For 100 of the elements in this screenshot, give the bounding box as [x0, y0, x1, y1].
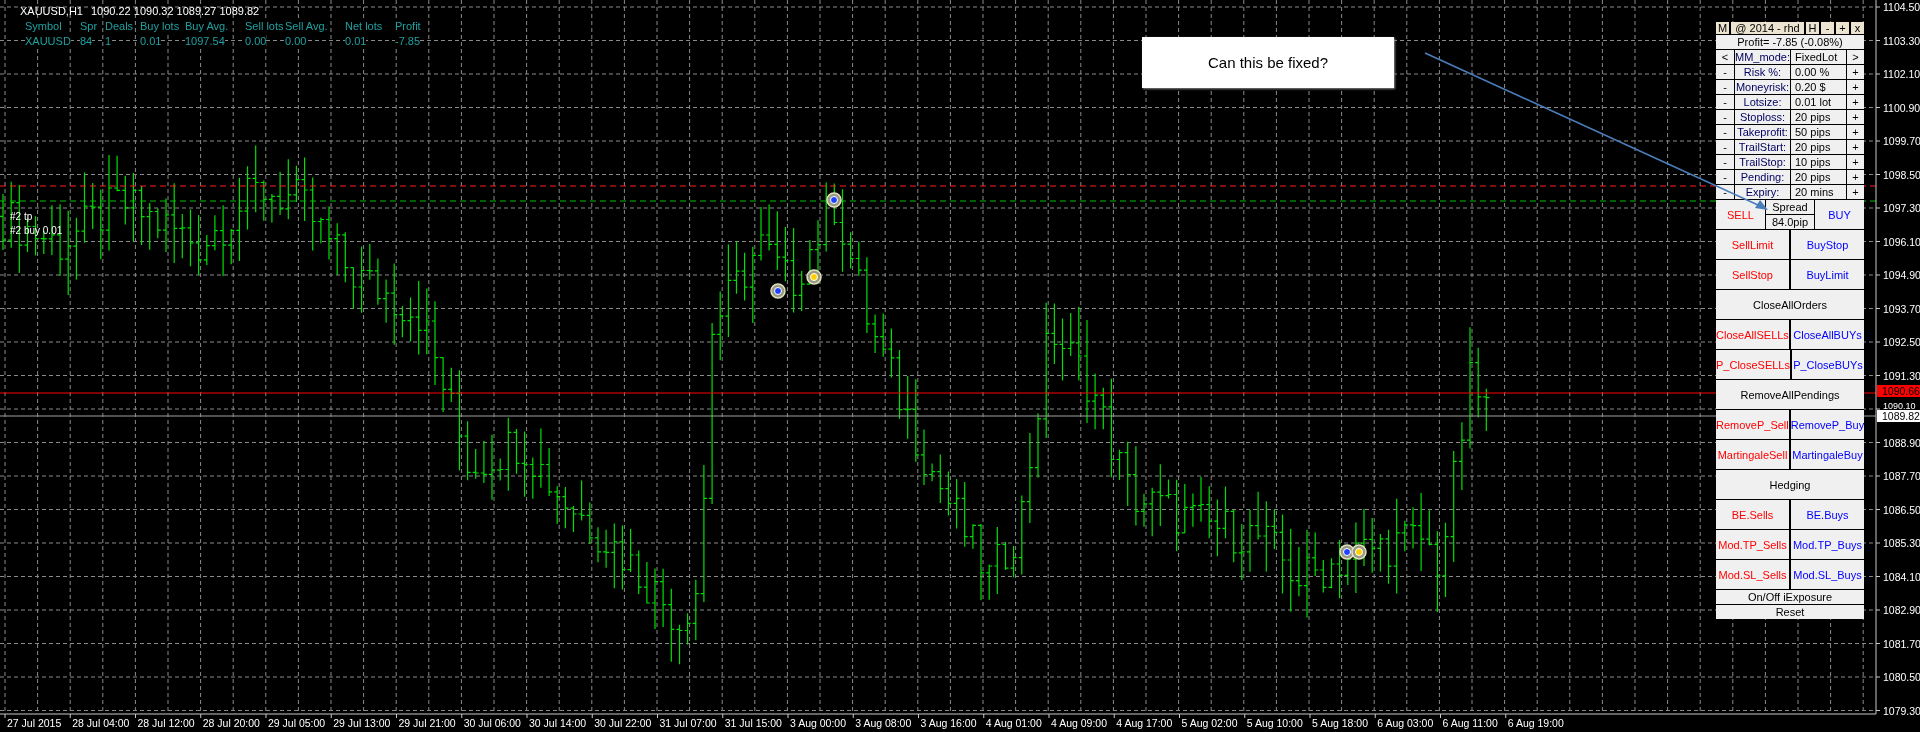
setting-value: FixedLot — [1791, 50, 1846, 64]
increase-button[interactable]: + — [1847, 185, 1864, 199]
panel-button[interactable]: Mod.TP_Sells — [1716, 530, 1789, 559]
price-axis-label: 1094.90 — [1883, 269, 1920, 281]
price-axis-label: 1096.10 — [1883, 235, 1920, 248]
time-axis-label: 3 Aug 08:00 — [855, 717, 912, 729]
panel-button[interactable]: SellLimit — [1716, 230, 1789, 259]
panel-button[interactable]: RemoveP_Sell — [1716, 410, 1789, 439]
column-header: Spr — [80, 20, 98, 32]
table-cell: XAUUSD — [25, 35, 71, 47]
setting-value: 20 pips — [1791, 110, 1846, 124]
setting-value: 20 pips — [1791, 170, 1846, 184]
price-axis-label: 1091.30 — [1883, 369, 1920, 382]
panel-button[interactable]: BuyLimit — [1791, 260, 1864, 289]
callout-box: Can this be fixed? — [1142, 37, 1394, 88]
decrease-button[interactable]: - — [1716, 110, 1734, 124]
setting-label: MM_mode: — [1735, 50, 1790, 64]
price-axis-label: 1088.90 — [1883, 436, 1920, 449]
title-button[interactable]: x — [1851, 22, 1864, 34]
title-button[interactable]: H — [1806, 22, 1819, 34]
panel-button[interactable]: Mod.SL_Sells — [1716, 560, 1789, 589]
panel-button[interactable]: Reset — [1716, 605, 1864, 619]
setting-value: 10 pips — [1791, 155, 1846, 169]
panel-button[interactable]: Hedging — [1716, 470, 1864, 499]
time-axis-label: 5 Aug 10:00 — [1246, 717, 1303, 729]
time-axis-label: 6 Aug 03:00 — [1377, 717, 1434, 729]
panel-title: @ 2014 - rhd — [1731, 22, 1804, 34]
time-axis-label: 6 Aug 11:00 — [1442, 717, 1498, 729]
order-marker-icon — [1339, 544, 1355, 560]
panel-button[interactable]: Mod.SL_Buys — [1791, 560, 1864, 589]
panel-button[interactable]: On/Off iExposure — [1716, 590, 1864, 604]
buy-button[interactable]: BUY — [1815, 200, 1864, 229]
order-marker-icon — [770, 283, 786, 299]
time-axis-label: 30 Jul 22:00 — [594, 717, 652, 729]
spread-label: Spread — [1766, 200, 1814, 214]
decrease-button[interactable]: - — [1716, 95, 1734, 109]
title-button[interactable]: + — [1836, 22, 1849, 34]
decrease-button[interactable]: < — [1716, 50, 1734, 64]
table-cell: 1 — [105, 35, 112, 47]
increase-button[interactable]: + — [1847, 140, 1864, 154]
panel-button[interactable]: RemoveP_Buy — [1790, 410, 1865, 439]
setting-value: 0.01 lot — [1791, 95, 1846, 109]
setting-value: 0.20 $ — [1791, 80, 1846, 94]
panel-button[interactable]: BE.Sells — [1716, 500, 1789, 529]
column-header: Buy lots — [140, 20, 180, 32]
setting-label: Lotsize: — [1735, 95, 1790, 109]
time-axis-label: 5 Aug 18:00 — [1312, 717, 1369, 729]
setting-label: TrailStart: — [1735, 140, 1790, 154]
title-button[interactable]: M — [1716, 22, 1729, 34]
increase-button[interactable]: + — [1847, 110, 1864, 124]
table-cell: 1097.54 — [185, 35, 225, 47]
time-axis-label: 4 Aug 17:00 — [1116, 717, 1173, 729]
price-tag: 1089.82 — [1877, 410, 1920, 422]
increase-button[interactable]: + — [1847, 65, 1864, 79]
time-axis-label: 30 Jul 06:00 — [463, 717, 521, 729]
price-axis-label: 1082.90 — [1883, 604, 1920, 616]
table-cell: 84 — [80, 35, 93, 47]
panel-button[interactable]: CloseAllSELLs — [1716, 320, 1789, 349]
panel-button[interactable]: Mod.TP_Buys — [1791, 530, 1864, 559]
panel-button[interactable]: P_CloseSELLs — [1716, 350, 1790, 379]
increase-button[interactable]: + — [1847, 80, 1864, 94]
panel-button[interactable]: CloseAllBUYs — [1791, 320, 1864, 349]
time-axis-label: 4 Aug 01:00 — [985, 717, 1042, 729]
setting-label: Moneyrisk: — [1735, 80, 1790, 94]
panel-button[interactable]: P_CloseBUYs — [1792, 350, 1864, 379]
increase-button[interactable]: + — [1847, 125, 1864, 139]
column-header: Net lots — [345, 20, 383, 32]
panel-button[interactable]: CloseAllOrders — [1716, 290, 1864, 319]
time-axis-label: 6 Aug 19:00 — [1507, 717, 1564, 729]
price-tag: 1090.66 — [1877, 385, 1920, 397]
decrease-button[interactable]: - — [1716, 80, 1734, 94]
sell-button[interactable]: SELL — [1716, 200, 1765, 229]
increase-button[interactable]: > — [1847, 50, 1864, 64]
table-cell: 0.01 — [140, 35, 162, 47]
decrease-button[interactable]: - — [1716, 125, 1734, 139]
panel-button[interactable]: BE.Buys — [1791, 500, 1864, 529]
title-button[interactable]: - — [1821, 22, 1834, 34]
panel-button[interactable]: SellStop — [1716, 260, 1789, 289]
panel-button[interactable]: RemoveAllPendings — [1716, 380, 1864, 409]
decrease-button[interactable]: - — [1716, 65, 1734, 79]
order-marker-icon — [1351, 544, 1367, 560]
column-header: Sell lots — [245, 20, 284, 32]
time-axis-label: 31 Jul 07:00 — [659, 717, 717, 729]
spread-value: 84.0pip — [1766, 215, 1814, 229]
decrease-button[interactable]: - — [1716, 140, 1734, 154]
decrease-button[interactable]: - — [1716, 155, 1734, 169]
increase-button[interactable]: + — [1847, 95, 1864, 109]
increase-button[interactable]: + — [1847, 170, 1864, 184]
setting-value: 0.00 % — [1791, 65, 1846, 79]
table-cell: 0.01 — [345, 35, 367, 47]
price-axis-label: 1086.50 — [1883, 503, 1920, 516]
price-axis-label: 1085.30 — [1883, 537, 1920, 549]
decrease-button[interactable]: - — [1716, 170, 1734, 184]
setting-label: Pending: — [1735, 170, 1790, 184]
panel-button[interactable]: MartingaleSell — [1716, 440, 1789, 469]
table-cell: 0.00 — [285, 35, 307, 47]
price-axis-label: 1093.70 — [1883, 302, 1920, 315]
panel-button[interactable]: BuyStop — [1791, 230, 1864, 259]
panel-button[interactable]: MartingaleBuy — [1791, 440, 1864, 469]
increase-button[interactable]: + — [1847, 155, 1864, 169]
